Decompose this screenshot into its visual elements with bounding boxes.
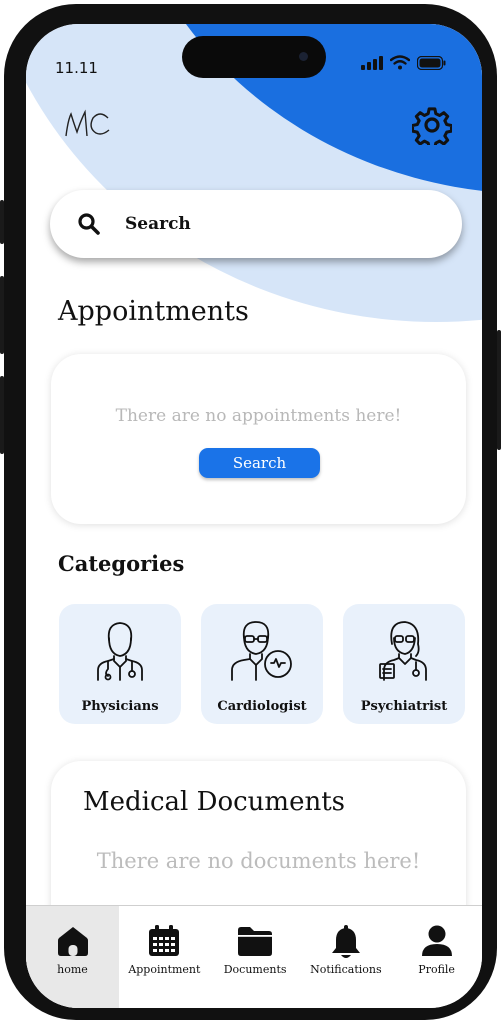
wifi-icon — [390, 55, 410, 70]
category-physicians[interactable]: Physicians — [59, 604, 181, 724]
battery-icon — [417, 55, 446, 70]
nav-label: home — [57, 963, 88, 976]
search-icon — [77, 212, 101, 240]
documents-empty-text: There are no documents here! — [96, 849, 421, 873]
app-logo — [62, 106, 112, 146]
gear-icon — [411, 107, 453, 150]
settings-button[interactable] — [411, 105, 453, 150]
folder-icon — [238, 927, 273, 956]
appointments-empty-text: There are no appointments here! — [115, 406, 402, 426]
logo-icon — [65, 109, 110, 137]
calendar-icon — [149, 925, 180, 956]
mute-switch — [0, 200, 4, 244]
appointments-card: There are no appointments here! Search — [51, 354, 466, 524]
search-label: Search — [125, 214, 191, 234]
documents-heading: Medical Documents — [83, 787, 345, 817]
power-button — [497, 330, 501, 450]
nav-home[interactable]: home — [26, 906, 119, 1008]
bottom-nav: home Appointment Documents Notifications… — [26, 905, 482, 1008]
status-time: 11.11 — [55, 59, 98, 77]
phone-frame: 11.11 Search Appointments There are no a… — [0, 4, 501, 1020]
nav-label: Documents — [223, 963, 287, 976]
search-bar[interactable]: Search — [50, 190, 462, 258]
nav-label: Profile — [418, 963, 455, 976]
status-icons — [361, 55, 446, 70]
category-label: Physicians — [81, 699, 159, 714]
nav-label: Appointment — [128, 963, 201, 976]
nav-profile[interactable]: Profile — [391, 906, 482, 1008]
psychiatrist-icon — [379, 621, 427, 681]
category-label: Cardiologist — [217, 699, 307, 714]
dynamic-island — [182, 36, 326, 78]
category-psychiatrist[interactable]: Psychiatrist — [343, 604, 465, 724]
app-screen: 11.11 Search Appointments There are no a… — [26, 24, 482, 1008]
category-label: Psychiatrist — [360, 699, 448, 714]
search-appointments-button[interactable]: Search — [199, 448, 320, 478]
categories-heading: Categories — [58, 551, 185, 576]
home-icon — [57, 927, 88, 956]
bell-icon — [331, 925, 360, 958]
volume-down-button — [0, 376, 4, 454]
volume-up-button — [0, 276, 4, 354]
nav-notifications[interactable]: Notifications — [301, 906, 392, 1008]
appointments-heading: Appointments — [58, 296, 249, 327]
signal-icon — [361, 55, 383, 70]
doctor-icon — [97, 622, 143, 681]
nav-appointment[interactable]: Appointment — [119, 906, 210, 1008]
nav-label: Notifications — [310, 963, 382, 976]
user-icon — [421, 925, 452, 956]
nav-documents[interactable]: Documents — [210, 906, 301, 1008]
category-cardiologist[interactable]: Cardiologist — [201, 604, 323, 724]
cardiologist-icon — [231, 621, 292, 681]
